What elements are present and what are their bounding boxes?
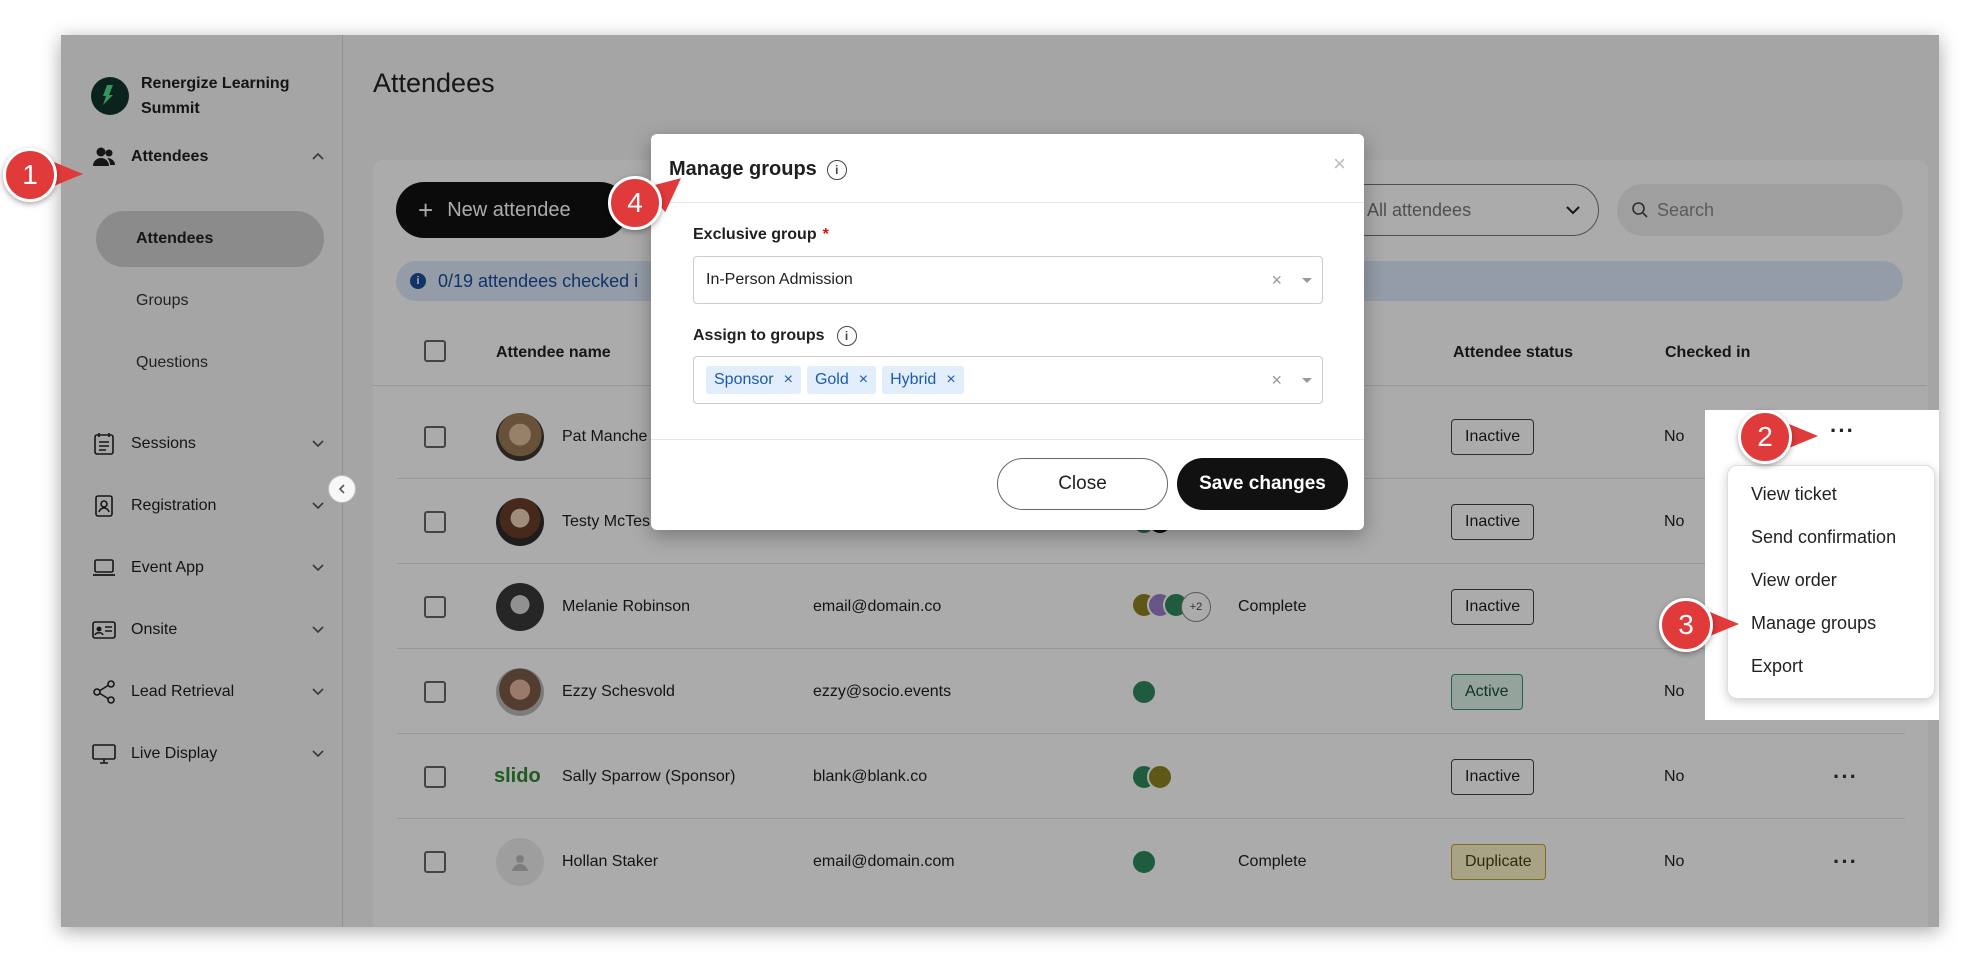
clear-icon[interactable]: × — [1271, 370, 1282, 391]
callout-number: 1 — [3, 148, 57, 202]
caret-down-icon[interactable] — [1302, 278, 1312, 283]
close-button[interactable]: Close — [997, 458, 1168, 510]
remove-tag-icon[interactable]: × — [784, 371, 793, 389]
exclusive-group-value: In-Person Admission — [706, 271, 853, 288]
callout-number: 4 — [608, 176, 662, 230]
group-tag: Sponsor × — [706, 366, 801, 394]
remove-tag-icon[interactable]: × — [946, 371, 955, 389]
exclusive-group-label: Exclusive group * — [693, 226, 829, 244]
modal-title: Manage groups i — [669, 158, 847, 181]
clear-icon[interactable]: × — [1271, 270, 1282, 291]
group-tag-label: Gold — [814, 371, 849, 388]
callout-2: 2 — [1738, 410, 1818, 468]
modal-title-text: Manage groups — [669, 158, 817, 180]
exclusive-group-select[interactable]: In-Person Admission × — [693, 256, 1323, 304]
menu-item-export[interactable]: Export — [1751, 656, 1803, 677]
required-indicator: * — [822, 226, 829, 243]
group-tag-label: Hybrid — [890, 371, 937, 388]
chevron-left-icon — [338, 484, 345, 494]
exclusive-group-label-text: Exclusive group — [693, 226, 817, 243]
group-tag: Gold × — [806, 366, 877, 394]
menu-item-manage-groups[interactable]: Manage groups — [1751, 613, 1876, 634]
row-context-menu: View ticket Send confirmation View order… — [1727, 465, 1935, 699]
collapse-sidebar-button[interactable] — [328, 475, 356, 503]
close-icon[interactable]: × — [1333, 151, 1346, 177]
group-tag-label: Sponsor — [714, 371, 774, 388]
callout-number: 3 — [1659, 598, 1713, 652]
menu-item-view-order[interactable]: View order — [1751, 570, 1837, 591]
callout-3: 3 — [1659, 598, 1739, 656]
divider — [651, 202, 1364, 203]
assign-groups-label: Assign to groups i — [693, 326, 857, 346]
info-icon[interactable]: i — [826, 159, 847, 180]
assign-groups-label-text: Assign to groups — [693, 327, 825, 344]
remove-tag-icon[interactable]: × — [859, 371, 868, 389]
callout-4: 4 — [608, 165, 692, 234]
save-changes-button[interactable]: Save changes — [1177, 458, 1348, 510]
manage-groups-modal: Manage groups i × Exclusive group * In-P… — [651, 134, 1364, 530]
group-tag: Hybrid × — [882, 366, 964, 394]
divider — [651, 439, 1364, 440]
menu-item-view-ticket[interactable]: View ticket — [1751, 484, 1837, 505]
assign-groups-multiselect[interactable]: Sponsor × Gold × Hybrid × × — [693, 356, 1323, 404]
menu-item-send-confirmation[interactable]: Send confirmation — [1751, 527, 1896, 548]
callout-1: 1 — [3, 148, 83, 206]
info-icon[interactable]: i — [836, 326, 857, 346]
callout-number: 2 — [1738, 410, 1792, 464]
row-actions-button[interactable]: ··· — [1830, 418, 1855, 444]
caret-down-icon[interactable] — [1302, 378, 1312, 383]
